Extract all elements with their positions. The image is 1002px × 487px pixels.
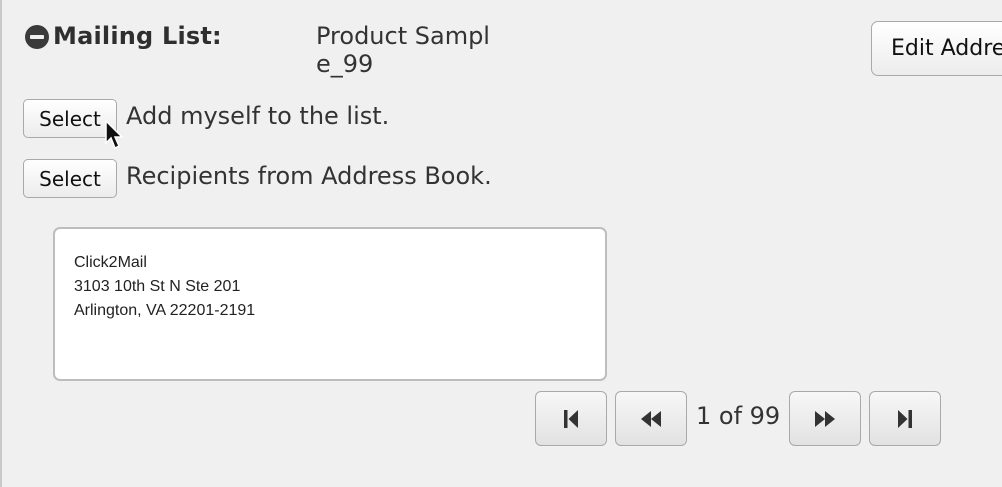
next-page-button[interactable] xyxy=(789,391,861,446)
mailing-list-name: Product Sample_99 xyxy=(316,22,490,78)
address-line-3: Arlington, VA 22201-2191 xyxy=(74,302,256,319)
page-status: 1 of 99 xyxy=(696,402,781,430)
select-address-book-button[interactable]: Select xyxy=(23,159,117,198)
last-page-icon xyxy=(898,409,912,428)
mailing-list-panel: Mailing List: Product Sample_99 Edit Add… xyxy=(0,0,1002,487)
last-page-button[interactable] xyxy=(869,391,941,446)
add-myself-label: Add myself to the list. xyxy=(126,102,390,130)
address-line-1: Click2Mail xyxy=(74,254,147,271)
previous-page-button[interactable] xyxy=(615,391,687,446)
mailing-list-label: Mailing List: xyxy=(53,22,222,50)
next-page-icon xyxy=(815,410,835,427)
address-line-2: 3103 10th St N Ste 201 xyxy=(74,278,241,295)
previous-page-icon xyxy=(641,410,661,427)
address-preview: Click2Mail 3103 10th St N Ste 201 Arling… xyxy=(53,227,607,381)
first-page-button[interactable] xyxy=(535,391,607,446)
select-add-myself-button[interactable]: Select xyxy=(23,99,117,138)
address-book-label: Recipients from Address Book. xyxy=(126,162,492,190)
edit-address-list-button[interactable]: Edit Address List xyxy=(871,21,1002,76)
first-page-icon xyxy=(564,409,578,428)
collapse-icon[interactable] xyxy=(25,25,49,49)
